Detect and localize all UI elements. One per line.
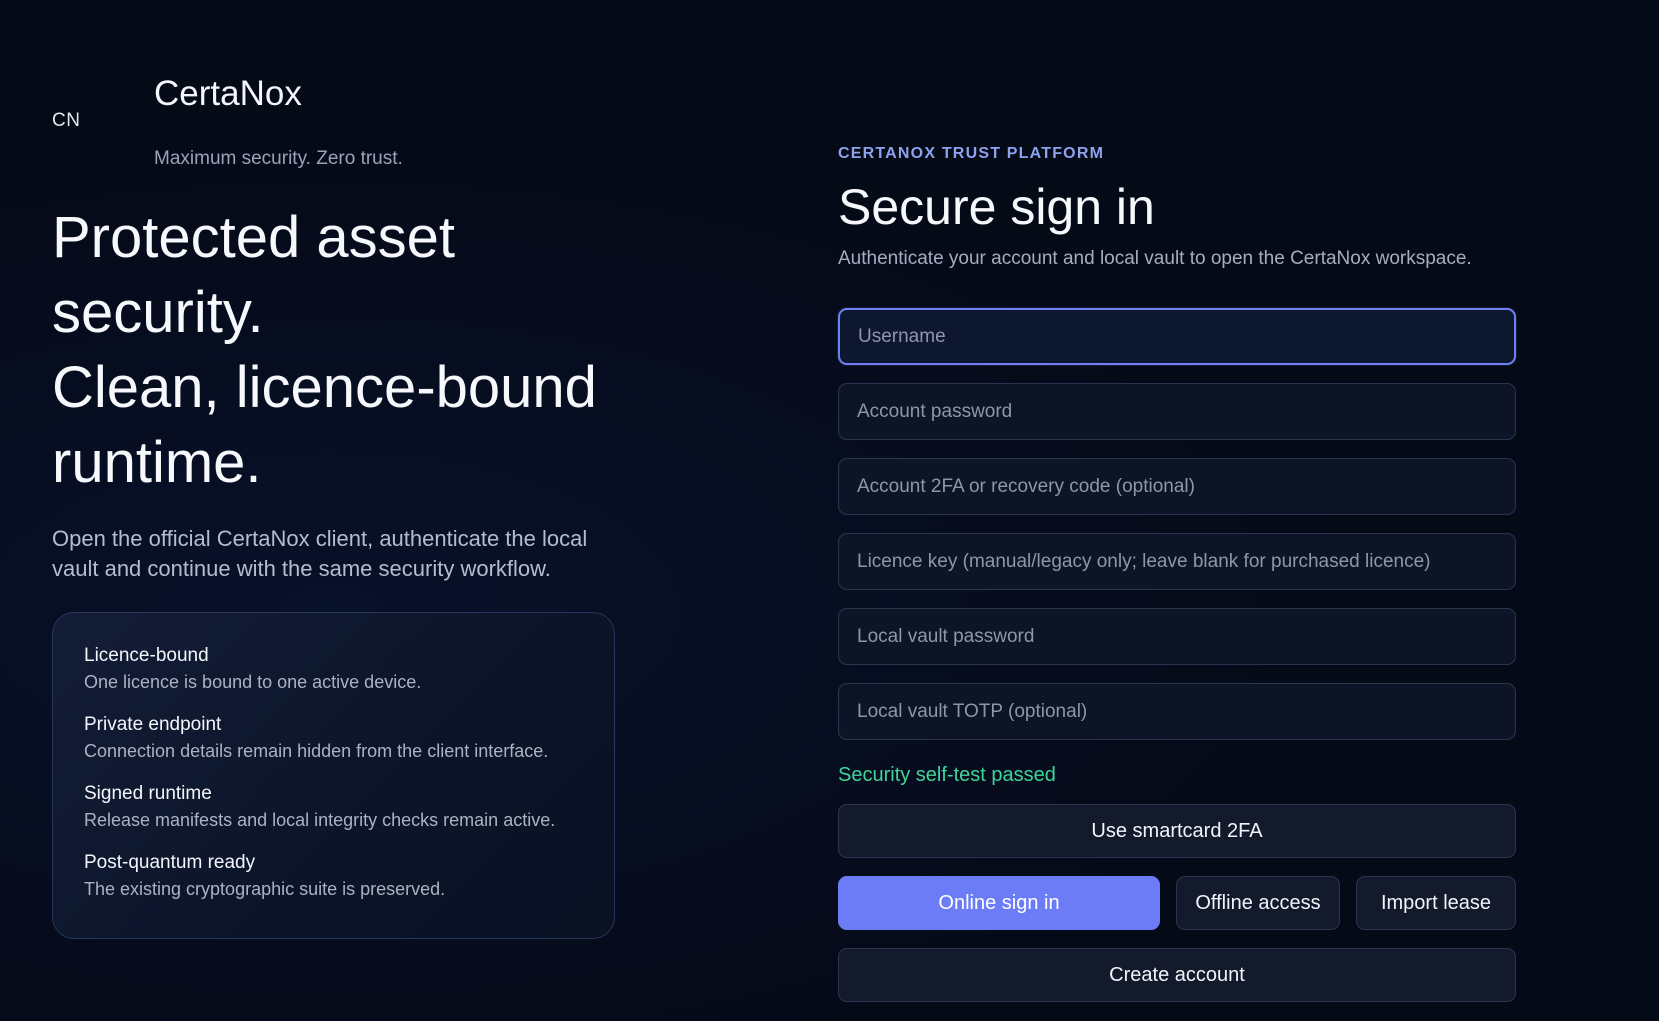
feature-title: Private endpoint — [84, 714, 222, 735]
vault-totp-input[interactable] — [838, 683, 1516, 740]
username-input[interactable] — [838, 308, 1516, 365]
account-2fa-input[interactable] — [838, 458, 1516, 515]
brand-tagline: Maximum security. Zero trust. — [154, 148, 403, 169]
offline-access-button[interactable]: Offline access — [1176, 876, 1340, 930]
feature-description: Release manifests and local integrity ch… — [84, 810, 556, 830]
feature-item: Signed runtime Release manifests and loc… — [84, 781, 584, 833]
hero-heading: Protected asset security. Clean, licence… — [52, 200, 672, 500]
brand-logo-mark: CN — [52, 110, 81, 131]
feature-title: Post-quantum ready — [84, 852, 256, 873]
self-test-status: Security self-test passed — [838, 764, 1056, 786]
hero-line: security. — [52, 280, 264, 345]
sign-in-subtitle: Authenticate your account and local vaul… — [838, 248, 1472, 269]
features-card: Licence-bound One licence is bound to on… — [52, 612, 615, 939]
hero-line: runtime. — [52, 430, 262, 495]
sign-in-page: CN CertaNox Maximum security. Zero trust… — [0, 0, 1659, 1021]
brand-name: CertaNox — [154, 74, 302, 113]
feature-description: The existing cryptographic suite is pres… — [84, 879, 446, 899]
feature-item: Private endpoint Connection details rema… — [84, 712, 584, 764]
feature-item: Post-quantum ready The existing cryptogr… — [84, 850, 584, 902]
online-sign-in-button[interactable]: Online sign in — [838, 876, 1160, 930]
vault-password-input[interactable] — [838, 608, 1516, 665]
feature-item: Licence-bound One licence is bound to on… — [84, 643, 584, 695]
feature-title: Licence-bound — [84, 645, 209, 666]
hero-line: Clean, licence-bound — [52, 355, 597, 420]
feature-description: Connection details remain hidden from th… — [84, 741, 549, 761]
sign-in-title: Secure sign in — [838, 179, 1155, 235]
create-account-button[interactable]: Create account — [838, 948, 1516, 1002]
licence-key-input[interactable] — [838, 533, 1516, 590]
smartcard-2fa-button[interactable]: Use smartcard 2FA — [838, 804, 1516, 858]
feature-title: Signed runtime — [84, 783, 212, 804]
platform-eyebrow: CERTANOX TRUST PLATFORM — [838, 145, 1105, 162]
account-password-input[interactable] — [838, 383, 1516, 440]
import-lease-button[interactable]: Import lease — [1356, 876, 1516, 930]
hero-line: Protected asset — [52, 205, 455, 270]
hero-subtitle: Open the official CertaNox client, authe… — [52, 526, 588, 581]
feature-description: One licence is bound to one active devic… — [84, 672, 422, 692]
